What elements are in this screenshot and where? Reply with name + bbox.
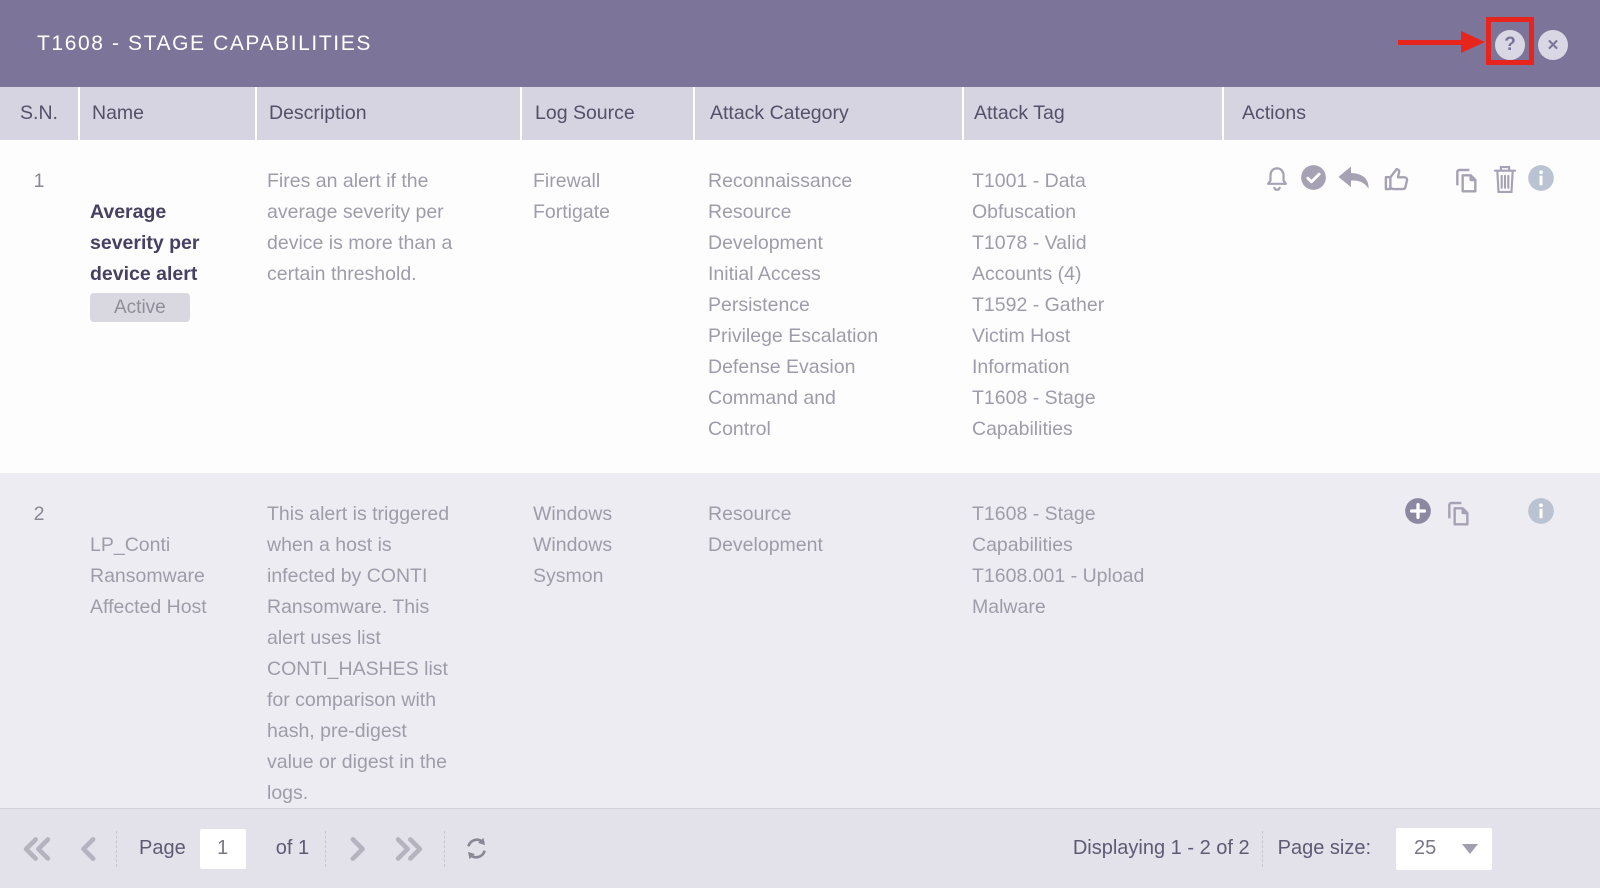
chevron-left-icon [81, 836, 96, 861]
page-title: T1608 - STAGE CAPABILITIES [37, 31, 372, 55]
previous-page-button[interactable] [78, 835, 100, 863]
log-source-cell: Windows Windows Sysmon [533, 503, 613, 587]
attack-tag-cell: T1608 - Stage Capabilities T1608.001 - U… [972, 503, 1145, 618]
alert-name-cell: LP_Conti Ransomware Affected Host [78, 473, 255, 808]
column-header-attack-category[interactable]: Attack Category [693, 87, 962, 140]
column-header-sn[interactable]: S.N. [0, 87, 78, 140]
column-header-description[interactable]: Description [255, 87, 520, 140]
chevron-right-icon [350, 836, 365, 861]
chevron-down-icon [1462, 843, 1478, 854]
pagination-bar: Page of 1 Displaying 1 - 2 o [0, 808, 1600, 888]
table-header-row: S.N. Name Description Log Source Attack … [0, 87, 1600, 140]
row-serial-number: 1 [33, 170, 45, 192]
double-chevron-left-icon [23, 836, 51, 861]
page-size-select[interactable]: 25 [1396, 827, 1492, 870]
annotation-arrow-head [1461, 31, 1485, 53]
bell-icon[interactable] [1263, 164, 1291, 195]
close-icon: ✕ [1546, 37, 1560, 54]
info-icon[interactable] [1527, 497, 1555, 525]
footer-divider [444, 830, 446, 867]
column-header-actions[interactable]: Actions [1222, 87, 1600, 140]
page-number-input[interactable] [199, 828, 246, 869]
alert-name: Average severity per device alert [90, 201, 200, 285]
footer-divider [325, 830, 327, 867]
copy-icon[interactable] [1441, 497, 1475, 529]
column-header-attack-tag[interactable]: Attack Tag [962, 87, 1222, 140]
page-label: Page [139, 837, 186, 859]
undo-icon[interactable] [1336, 164, 1372, 194]
copy-icon[interactable] [1449, 164, 1483, 196]
actions-cell [1222, 473, 1600, 808]
refresh-icon [467, 837, 486, 860]
footer-divider [1261, 830, 1263, 867]
refresh-button[interactable] [463, 835, 490, 862]
next-page-button[interactable] [346, 835, 368, 863]
column-header-name[interactable]: Name [78, 87, 255, 140]
table-row: 2 LP_Conti Ransomware Affected Host This… [0, 473, 1600, 808]
alert-name-cell: Average severity per device alert Active [78, 140, 255, 473]
plus-circle-icon[interactable] [1404, 497, 1432, 525]
first-page-button[interactable] [22, 835, 52, 863]
footer-divider [116, 830, 117, 867]
info-icon[interactable] [1527, 164, 1555, 192]
displaying-range-label: Displaying 1 - 2 of 2 [1072, 837, 1250, 859]
thumbs-up-icon[interactable] [1381, 164, 1412, 194]
page-size-label: Page size: [1277, 837, 1371, 859]
last-page-button[interactable] [394, 835, 424, 863]
page-size-value: 25 [1414, 837, 1437, 859]
titlebar: T1608 - STAGE CAPABILITIES ? ✕ [0, 0, 1600, 87]
close-button[interactable]: ✕ [1538, 30, 1568, 60]
actions-cell [1222, 140, 1600, 473]
table-row: 1 Average severity per device alert Acti… [0, 140, 1600, 473]
attack-tag-cell: T1001 - Data Obfuscation T1078 - Valid A… [972, 170, 1105, 440]
column-header-log-source[interactable]: Log Source [520, 87, 693, 140]
annotation-highlight-box [1486, 17, 1534, 65]
alert-description: Fires an alert if the average severity p… [267, 170, 453, 285]
attack-category-cell: Reconnaissance Resource Development Init… [708, 170, 879, 440]
check-circle-icon[interactable] [1300, 164, 1327, 191]
alert-description: This alert is triggered when a host is i… [267, 503, 450, 804]
row-serial-number: 2 [33, 503, 45, 525]
attack-category-cell: Resource Development [708, 503, 823, 556]
stage-capabilities-window: T1608 - STAGE CAPABILITIES ? ✕ S.N. Name… [0, 0, 1600, 888]
status-badge: Active [90, 293, 190, 322]
annotation-arrow-line [1398, 40, 1462, 45]
trash-icon[interactable] [1492, 164, 1518, 195]
double-chevron-right-icon [395, 836, 423, 861]
alert-name: LP_Conti Ransomware Affected Host [90, 534, 207, 618]
log-source-cell: Firewall Fortigate [533, 170, 610, 223]
page-count-label: of 1 [275, 837, 310, 859]
